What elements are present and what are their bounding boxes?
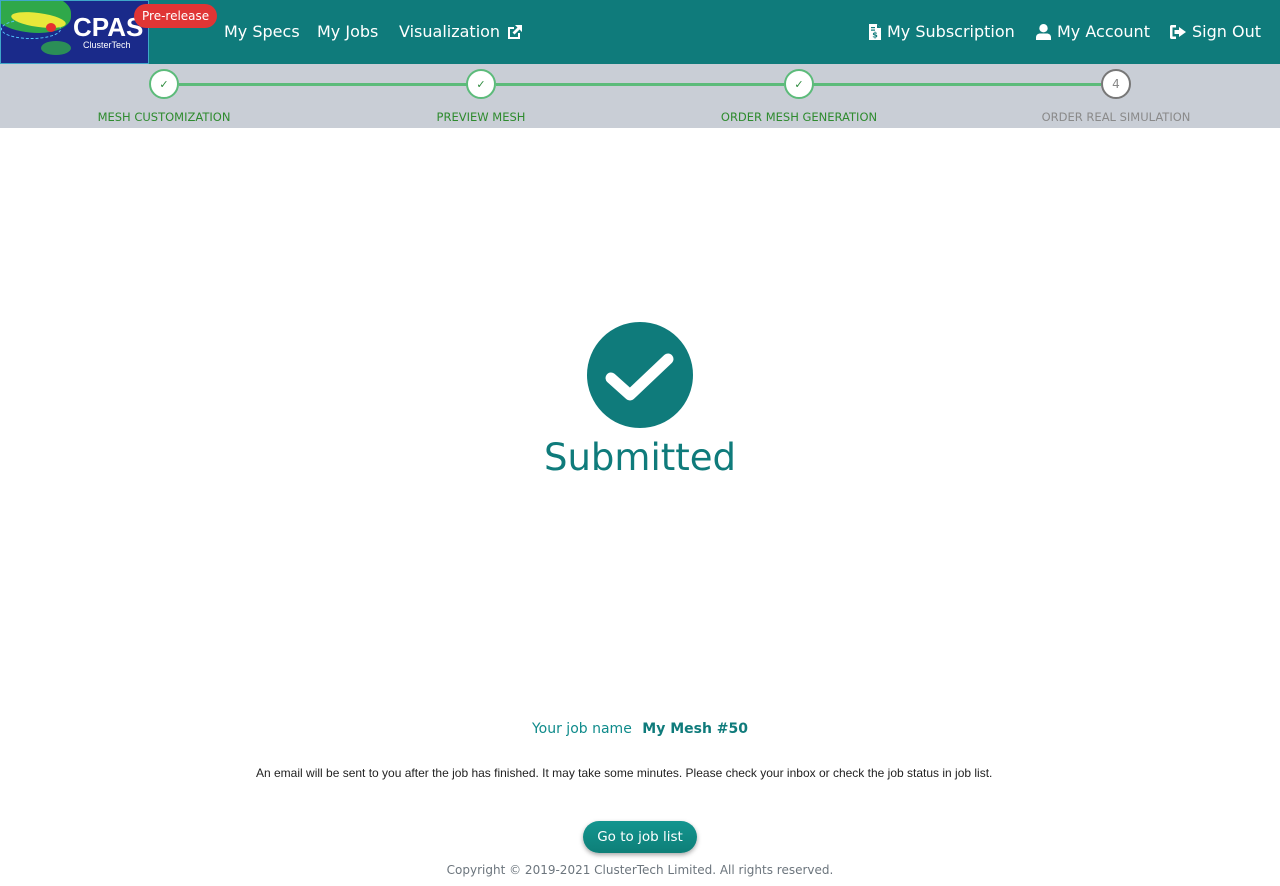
nav-my-jobs-label: My Jobs (317, 22, 379, 41)
nav-my-account-label: My Account (1057, 22, 1150, 41)
nav-my-subscription-label: My Subscription (887, 22, 1015, 41)
step-3-check-icon: ✓ (784, 69, 814, 99)
logo-brand-text: CPAS (73, 12, 144, 42)
step-label-order-mesh-generation: ORDER MESH GENERATION (720, 110, 878, 124)
external-link-icon (508, 25, 523, 39)
step-label-order-real-simulation: ORDER REAL SIMULATION (1041, 110, 1191, 124)
job-name-value: My Mesh #50 (642, 721, 749, 737)
sign-out-icon (1170, 25, 1186, 39)
invoice-dollar-icon: $ (869, 24, 881, 40)
nav-visualization[interactable]: Visualization (399, 20, 523, 44)
job-name-label: Your job name (531, 721, 632, 737)
step-connector (496, 83, 784, 86)
logo-map-hotspot (46, 23, 56, 32)
progress-stepper: ✓ ✓ ✓ 4 MESH CUSTOMIZATION PREVIEW MESH … (0, 64, 1280, 128)
go-to-job-list-button[interactable]: Go to job list (583, 821, 697, 853)
nav-my-account[interactable]: My Account (1036, 20, 1150, 44)
logo-map-islands (41, 41, 71, 55)
step-4-number: 4 (1101, 69, 1131, 99)
nav-my-specs[interactable]: My Specs (224, 20, 300, 44)
step-connector (179, 83, 467, 86)
logo-subtitle: ClusterTech (83, 40, 131, 50)
nav-visualization-label: Visualization (399, 22, 501, 41)
job-name-row: Your job name My Mesh #50 (0, 721, 1280, 737)
check-icon (605, 353, 674, 401)
success-check-circle-icon (587, 322, 693, 428)
footer-copyright: Copyright © 2019-2021 ClusterTech Limite… (446, 863, 834, 877)
step-2-check-icon: ✓ (466, 69, 496, 99)
nav-my-subscription[interactable]: $ My Subscription (869, 20, 1015, 44)
step-label-mesh-customization: MESH CUSTOMIZATION (97, 110, 231, 124)
nav-sign-out[interactable]: Sign Out (1170, 20, 1261, 44)
nav-my-jobs[interactable]: My Jobs (317, 20, 378, 44)
pre-release-badge: Pre-release (134, 4, 218, 28)
status-title: Submitted (543, 436, 736, 479)
step-label-preview-mesh: PREVIEW MESH (436, 110, 526, 124)
step-1-check-icon: ✓ (149, 69, 179, 99)
nav-sign-out-label: Sign Out (1192, 22, 1261, 41)
cpas-logo[interactable]: CPAS ClusterTech (0, 0, 149, 64)
top-navbar: CPAS ClusterTech Pre-release My Specs My… (0, 0, 1280, 64)
nav-my-specs-label: My Specs (224, 22, 300, 41)
email-notice: An email will be sent to you after the j… (256, 766, 993, 780)
svg-text:$: $ (872, 31, 878, 40)
step-connector (813, 83, 1101, 86)
user-icon (1036, 24, 1051, 40)
